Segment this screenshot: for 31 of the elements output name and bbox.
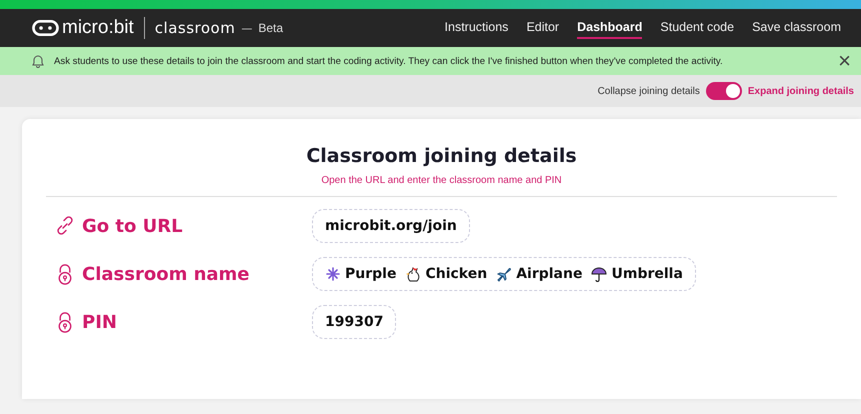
detail-label: Go to URL bbox=[82, 216, 183, 236]
umbrella-icon bbox=[591, 266, 608, 282]
detail-label: Classroom name bbox=[82, 264, 250, 284]
value-text: Chicken bbox=[425, 266, 488, 282]
detail-label: PIN bbox=[82, 312, 117, 332]
bell-icon bbox=[30, 53, 46, 69]
value-text: microbit.org/join bbox=[325, 218, 457, 234]
toggle-label: Collapse joining details bbox=[598, 86, 700, 96]
logo-icon bbox=[32, 20, 59, 36]
nav-tab[interactable]: Save classroom bbox=[752, 17, 841, 39]
toggle-switch[interactable] bbox=[706, 82, 742, 100]
nav-tab[interactable]: Editor bbox=[526, 17, 560, 39]
logo-text: micro:bit bbox=[62, 17, 134, 39]
close-button[interactable]: × bbox=[834, 50, 855, 72]
product-name: classroom bbox=[154, 19, 236, 37]
value-text: Umbrella bbox=[611, 266, 683, 282]
beta-label: Beta bbox=[258, 21, 284, 35]
nav-tab[interactable]: Instructions bbox=[444, 17, 508, 39]
nav-tab[interactable]: Student code bbox=[660, 17, 734, 39]
airplane-icon bbox=[496, 266, 512, 282]
banner-message: Ask students to use these details to join the classroom and start the coding activity. They can click the I've finished button when they've completed the activity. bbox=[54, 56, 724, 66]
value-text: Airplane bbox=[516, 266, 582, 282]
toggle-label: Expand joining details bbox=[748, 86, 854, 96]
card-title: Classroom joining details bbox=[305, 145, 578, 167]
value-text: 199307 bbox=[325, 314, 384, 330]
card-subtitle: Open the URL and enter the classroom name and PIN bbox=[320, 175, 563, 186]
chicken-icon bbox=[405, 266, 422, 282]
title-separator: — bbox=[241, 22, 252, 34]
sparkle-icon bbox=[325, 266, 341, 282]
nav-tab[interactable]: Dashboard bbox=[577, 17, 642, 39]
value-text: Purple bbox=[345, 266, 396, 282]
